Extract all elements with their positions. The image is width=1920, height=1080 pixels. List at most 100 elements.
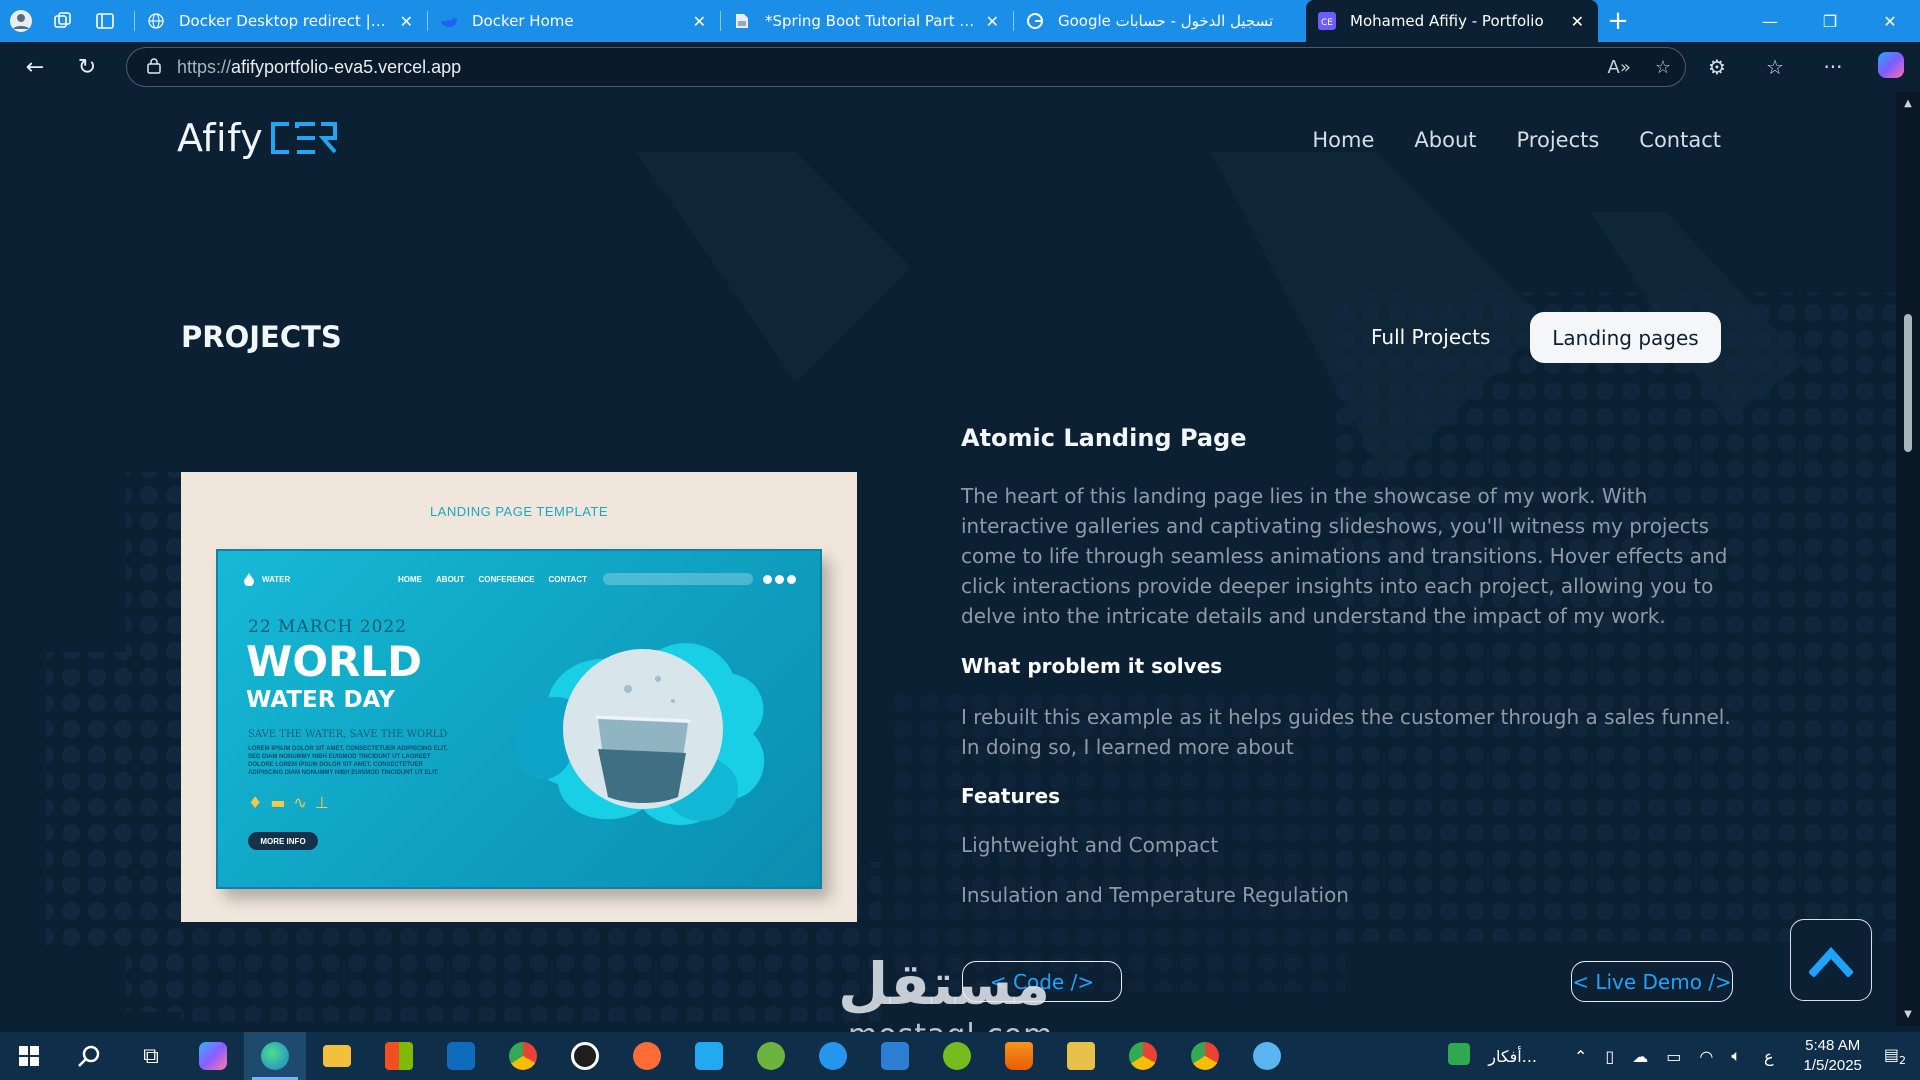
scrollbar-thumb[interactable]: [1904, 314, 1912, 452]
minimize-icon[interactable]: —: [1740, 0, 1800, 42]
scroll-to-top-button[interactable]: [1790, 919, 1872, 1001]
mockup-headline-2: WATER DAY: [246, 687, 395, 713]
tab-title: تسجيل الدخول - حسابات Google: [1058, 12, 1274, 30]
chrome-profile-2-icon[interactable]: [1174, 1032, 1236, 1080]
close-tab-icon[interactable]: ✕: [693, 12, 706, 31]
new-tab-button[interactable]: +: [1598, 6, 1638, 36]
chevron-up-tray-icon[interactable]: ⌃: [1565, 1047, 1596, 1066]
tab-spring-pdf[interactable]: *Spring Boot Tutorial Part 1.pdf ✕: [721, 0, 1013, 42]
tab-title: Mohamed Afifiy - Portfolio: [1350, 12, 1544, 30]
nav-contact-link[interactable]: Contact: [1639, 128, 1721, 152]
input-language[interactable]: ع: [1750, 1047, 1788, 1066]
url-text[interactable]: https://afifyportfolio-eva5.vercel.app: [177, 57, 461, 78]
tab-portfolio[interactable]: CE Mohamed Afifiy - Portfolio ✕: [1306, 0, 1598, 42]
chrome-profile-icon[interactable]: [1112, 1032, 1174, 1080]
postman-icon[interactable]: [616, 1032, 678, 1080]
page-scrollbar[interactable]: ▲ ▼: [1896, 92, 1920, 1026]
file-explorer-icon[interactable]: [306, 1032, 368, 1080]
favorite-star-icon[interactable]: ☆: [1655, 57, 1671, 78]
outlook-icon[interactable]: [430, 1032, 492, 1080]
close-tab-icon[interactable]: ✕: [1571, 12, 1584, 31]
workspaces-icon[interactable]: [42, 0, 84, 42]
favorites-icon[interactable]: ☆: [1746, 55, 1804, 79]
vscode-icon[interactable]: [678, 1032, 740, 1080]
nav-projects-link[interactable]: Projects: [1517, 128, 1600, 152]
profile-icon[interactable]: [0, 0, 42, 42]
google-icon: [1026, 12, 1044, 30]
feature-item: Insulation and Temperature Regulation: [961, 883, 1349, 907]
mockup-feature-icons: ♦ ▬ ∿ ⊥: [248, 793, 329, 812]
project-thumbnail[interactable]: LANDING PAGE TEMPLATE WATER HOME ABOUT C…: [181, 472, 857, 922]
template-mockup: WATER HOME ABOUT CONFERENCE CONTACT 22 M…: [216, 549, 822, 889]
vlc-icon[interactable]: [988, 1032, 1050, 1080]
wifi-icon[interactable]: ◠: [1690, 1047, 1722, 1066]
snipping-tool-icon[interactable]: [1050, 1032, 1112, 1080]
close-window-icon[interactable]: ✕: [1860, 0, 1920, 42]
features-heading: Features: [961, 784, 1061, 808]
scroll-down-icon[interactable]: ▼: [1896, 1009, 1920, 1020]
more-icon[interactable]: ···: [1804, 55, 1862, 79]
clock[interactable]: 5:48 AM 1/5/2025: [1787, 1036, 1877, 1076]
svg-text:CE: CE: [1321, 18, 1333, 28]
device-icon[interactable]: ▯: [1596, 1047, 1623, 1066]
volume-icon[interactable]: 🔈︎: [1722, 1046, 1750, 1066]
nav-home-link[interactable]: Home: [1312, 128, 1374, 152]
lock-icon[interactable]: [147, 57, 161, 78]
water-drop-icon: [244, 573, 254, 586]
clock-date: 1/5/2025: [1803, 1057, 1862, 1074]
maximize-icon[interactable]: ❐: [1800, 0, 1860, 42]
paint-icon[interactable]: [1236, 1032, 1298, 1080]
tab-title: Docker Home: [472, 12, 574, 30]
back-icon[interactable]: ←: [9, 46, 61, 88]
read-aloud-icon[interactable]: A»: [1608, 57, 1631, 78]
refresh-icon[interactable]: ↻: [61, 46, 113, 88]
mockup-more-info-button: MORE INFO: [248, 832, 318, 850]
tab-strip: Docker Desktop redirect | Docker ✕ Docke…: [0, 0, 1920, 42]
copilot-icon[interactable]: [1862, 51, 1920, 83]
store-icon[interactable]: [368, 1032, 430, 1080]
tab-docker-home[interactable]: Docker Home ✕: [428, 0, 720, 42]
tab-docker-desktop[interactable]: Docker Desktop redirect | Docker ✕: [135, 0, 427, 42]
water-glass-illustration: [516, 643, 765, 826]
live-demo-button[interactable]: < Live Demo />: [1571, 961, 1733, 1002]
site-logo[interactable]: Afify: [177, 116, 339, 160]
tab-title: Docker Desktop redirect | Docker: [179, 12, 390, 30]
tab-google-signin[interactable]: تسجيل الدخول - حسابات Google: [1014, 0, 1306, 42]
mockup-link: HOME: [398, 574, 423, 584]
tray-news-text[interactable]: أفكار...: [1479, 1047, 1565, 1066]
vertical-tabs-icon[interactable]: [84, 0, 126, 42]
address-bar-actions: A» ☆: [1608, 48, 1671, 86]
chrome-icon[interactable]: [492, 1032, 554, 1080]
mockup-brand-text: WATER: [262, 574, 291, 584]
copilot-taskbar-icon[interactable]: [182, 1032, 244, 1080]
edge-icon[interactable]: [244, 1032, 306, 1080]
search-icon[interactable]: [58, 1032, 120, 1080]
media-player-icon[interactable]: [864, 1032, 926, 1080]
close-tab-icon[interactable]: ✕: [986, 12, 999, 31]
mockup-date: 22 MARCH 2022: [248, 617, 408, 637]
spring-tool-icon[interactable]: [740, 1032, 802, 1080]
mockup-link: CONTACT: [548, 574, 587, 584]
penguin-app-icon[interactable]: [554, 1032, 616, 1080]
close-tab-icon[interactable]: ✕: [400, 12, 413, 31]
mockup-headline: WORLD: [246, 637, 422, 686]
onedrive-icon[interactable]: ☁: [1623, 1047, 1657, 1066]
scroll-up-icon[interactable]: ▲: [1896, 98, 1920, 109]
mockup-social-icons: [763, 574, 796, 584]
filter-landing-pages[interactable]: Landing pages: [1530, 312, 1721, 363]
address-bar[interactable]: https://afifyportfolio-eva5.vercel.app A…: [126, 47, 1686, 87]
widgets-icon[interactable]: [1439, 1043, 1479, 1069]
docker-taskbar-icon[interactable]: [802, 1032, 864, 1080]
project-title: Atomic Landing Page: [961, 424, 1247, 452]
notifications-icon[interactable]: ▤2: [1878, 1045, 1920, 1067]
battery-icon[interactable]: ▭: [1657, 1047, 1690, 1066]
extensions-icon[interactable]: ⚙: [1688, 55, 1746, 79]
thumbnail-caption: LANDING PAGE TEMPLATE: [429, 504, 609, 519]
task-view-icon[interactable]: ⧉: [120, 1032, 182, 1080]
filter-full-projects[interactable]: Full Projects: [1371, 325, 1490, 349]
spring-boot-icon[interactable]: [926, 1032, 988, 1080]
project-description: The heart of this landing page lies in t…: [961, 484, 1728, 628]
windows-start-icon[interactable]: [0, 1032, 58, 1080]
portfolio-favicon-icon: CE: [1318, 12, 1336, 30]
nav-about-link[interactable]: About: [1414, 128, 1476, 152]
